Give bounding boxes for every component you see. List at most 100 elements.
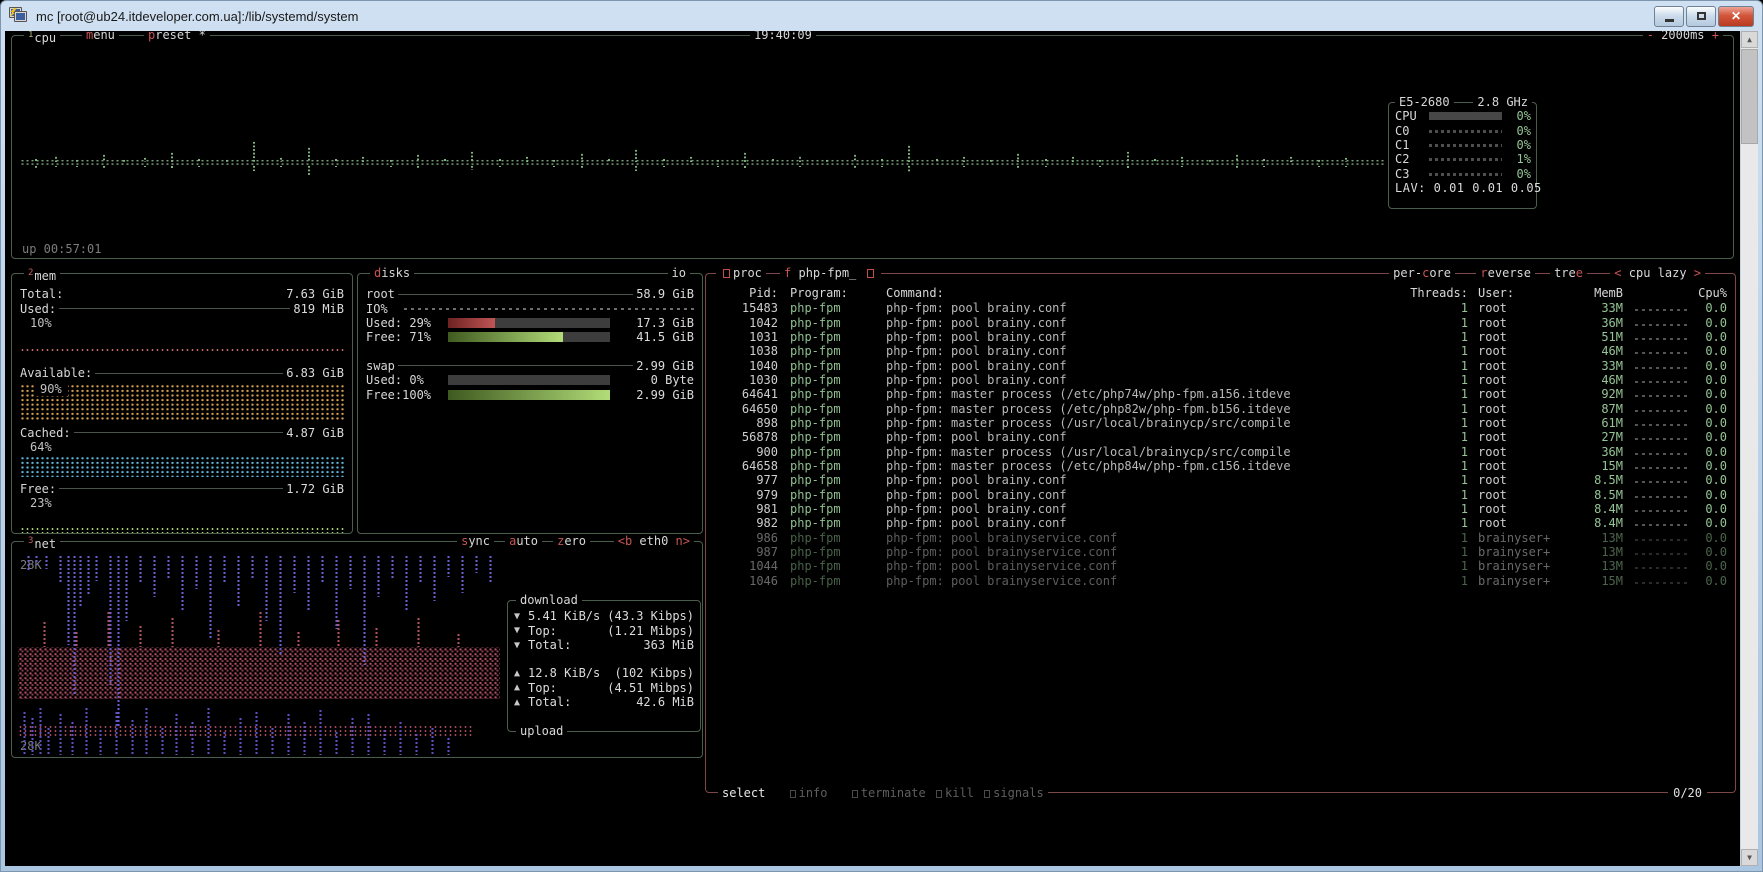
- cpu-graph-tick: [1235, 165, 1239, 168]
- info-button[interactable]: info: [799, 786, 828, 800]
- col-pid[interactable]: Pid:: [706, 286, 778, 300]
- process-cell: 1040: [706, 359, 778, 373]
- cpu-graph-tick: [75, 165, 79, 167]
- process-row[interactable]: 977php-fpmphp-fpm: pool brainy.conf1root…: [706, 473, 1735, 487]
- process-row[interactable]: 1044php-fpmphp-fpm: pool brainyservice.c…: [706, 559, 1735, 573]
- process-cell: 987: [706, 545, 778, 559]
- process-row[interactable]: 64650php-fpmphp-fpm: master process (/et…: [706, 401, 1735, 415]
- process-cell: root: [1478, 316, 1583, 330]
- col-threads[interactable]: Threads:: [1406, 286, 1468, 300]
- process-row[interactable]: 898php-fpmphp-fpm: master process (/usr/…: [706, 416, 1735, 430]
- zero-button[interactable]: zero: [553, 534, 590, 548]
- process-cpu-graph: [1635, 367, 1691, 371]
- process-row[interactable]: 986php-fpmphp-fpm: pool brainyservice.co…: [706, 531, 1735, 545]
- process-row[interactable]: 1030php-fpmphp-fpm: pool brainy.conf1roo…: [706, 373, 1735, 387]
- col-memory[interactable]: MemB: [1583, 286, 1623, 300]
- terminate-button[interactable]: terminate: [861, 786, 926, 800]
- process-row[interactable]: 1038php-fpmphp-fpm: pool brainy.conf1roo…: [706, 344, 1735, 358]
- interval-decrease-button[interactable]: -: [1647, 31, 1654, 42]
- process-cell: 0.0: [1691, 559, 1735, 573]
- select-button[interactable]: select: [722, 786, 765, 800]
- upload-graph-spike: [42, 621, 47, 647]
- cpu-graph-tick: [580, 153, 584, 162]
- terminal-scrollbar[interactable]: ▲ ▼: [1740, 31, 1758, 866]
- tree-button[interactable]: tree: [1550, 266, 1587, 280]
- preset-button[interactable]: preset *: [144, 31, 210, 42]
- process-cpu-graph: [1635, 582, 1691, 586]
- filter-clear-icon[interactable]: [867, 269, 874, 278]
- col-program[interactable]: Program:: [790, 286, 886, 300]
- per-core-button[interactable]: per-core: [1389, 266, 1455, 280]
- proc-toggle-icon[interactable]: [723, 269, 730, 278]
- menu-button[interactable]: menu: [82, 31, 119, 42]
- next-interface-button[interactable]: n>: [676, 534, 690, 548]
- minimize-button[interactable]: [1654, 6, 1684, 27]
- process-row[interactable]: 1040php-fpmphp-fpm: pool brainy.conf1roo…: [706, 358, 1735, 372]
- process-row[interactable]: 1031php-fpmphp-fpm: pool brainy.conf1roo…: [706, 330, 1735, 344]
- cpu-graph-tick: [743, 152, 747, 162]
- download-graph-bar: [94, 555, 99, 581]
- sync-button[interactable]: sync: [457, 534, 494, 548]
- maximize-button[interactable]: [1686, 6, 1716, 27]
- mem-used-row: Used:819 MiB: [20, 301, 344, 315]
- download-graph-bar: [278, 555, 283, 655]
- net-graph-bar: [302, 721, 307, 755]
- window-titlebar[interactable]: mc [root@ub24.itdeveloper.com.ua]:/lib/s…: [1, 1, 1762, 31]
- process-row[interactable]: 15483php-fpmphp-fpm: pool brainy.conf1ro…: [706, 301, 1735, 315]
- sort-selector[interactable]: < cpu lazy >: [1610, 266, 1705, 280]
- process-row[interactable]: 982php-fpmphp-fpm: pool brainy.conf1root…: [706, 516, 1735, 530]
- process-cell: 0.0: [1691, 473, 1735, 487]
- cpu-graph-tick: [1317, 159, 1321, 162]
- mem-available-row: Available:6.83 GiB: [20, 366, 344, 380]
- close-button[interactable]: ✕: [1718, 6, 1754, 27]
- net-graph-bar: [22, 711, 27, 755]
- process-row[interactable]: 1042php-fpmphp-fpm: pool brainy.conf1roo…: [706, 315, 1735, 329]
- sort-next-icon[interactable]: >: [1694, 266, 1701, 280]
- process-cell: 13M: [1583, 531, 1623, 545]
- interface-switcher[interactable]: <b eth0 n>: [614, 534, 694, 548]
- kill-button[interactable]: kill: [945, 786, 974, 800]
- process-row[interactable]: 64658php-fpmphp-fpm: master process (/et…: [706, 459, 1735, 473]
- col-user[interactable]: User:: [1478, 286, 1583, 300]
- process-cell: php-fpm: [790, 430, 886, 444]
- cpu-graph-tick: [1235, 154, 1239, 162]
- process-row[interactable]: 987php-fpmphp-fpm: pool brainyservice.co…: [706, 545, 1735, 559]
- mem-used-percent: 10%: [20, 316, 344, 330]
- cpu-graph-tick: [470, 151, 474, 162]
- process-row[interactable]: 981php-fpmphp-fpm: pool brainy.conf1root…: [706, 502, 1735, 516]
- download-speed-row: ▼ 5.41 KiB/s (43.3 Kibps): [514, 609, 694, 624]
- download-top-row: ▼ Top: (1.21 Mibps): [514, 624, 694, 639]
- auto-button[interactable]: auto: [505, 534, 542, 548]
- process-cell: 13M: [1583, 545, 1623, 559]
- process-row[interactable]: 56878php-fpmphp-fpm: pool brainy.conf1ro…: [706, 430, 1735, 444]
- process-cell: root: [1478, 387, 1583, 401]
- cpu-graph-tick: [634, 149, 638, 162]
- sort-prev-icon[interactable]: <: [1614, 266, 1621, 280]
- col-cpu[interactable]: Cpu%: [1691, 286, 1735, 300]
- down-arrow-icon: ▼: [514, 640, 528, 651]
- process-filter[interactable]: f php-fpm_: [780, 266, 881, 280]
- process-cell: 92M: [1583, 387, 1623, 401]
- process-row[interactable]: 979php-fpmphp-fpm: pool brainy.conf1root…: [706, 487, 1735, 501]
- core-usage-value: 0%: [1507, 109, 1531, 123]
- cpu-graph-tick: [689, 156, 693, 162]
- prev-interface-button[interactable]: <b: [618, 534, 632, 548]
- process-cell: 1042: [706, 316, 778, 330]
- process-cell: 1: [1406, 488, 1468, 502]
- interval-increase-button[interactable]: +: [1712, 31, 1719, 42]
- process-row[interactable]: 1046php-fpmphp-fpm: pool brainyservice.c…: [706, 574, 1735, 588]
- scroll-up-button[interactable]: ▲: [1741, 31, 1758, 48]
- process-row[interactable]: 900php-fpmphp-fpm: master process (/usr/…: [706, 444, 1735, 458]
- window-title: mc [root@ub24.itdeveloper.com.ua]:/lib/s…: [36, 9, 1654, 24]
- process-cell: 977: [706, 473, 778, 487]
- net-graph-bar: [334, 731, 339, 755]
- signals-button[interactable]: signals: [993, 786, 1044, 800]
- net-graph-bar: [270, 727, 275, 755]
- scrollbar-thumb[interactable]: [1741, 49, 1758, 144]
- scroll-down-button[interactable]: ▼: [1741, 849, 1758, 866]
- reverse-button[interactable]: reverse: [1476, 266, 1535, 280]
- net-graph-bar: [160, 727, 165, 755]
- col-command[interactable]: Command:: [886, 286, 1406, 300]
- process-cell: php-fpm: pool brainy.conf: [886, 330, 1406, 344]
- process-row[interactable]: 64641php-fpmphp-fpm: master process (/et…: [706, 387, 1735, 401]
